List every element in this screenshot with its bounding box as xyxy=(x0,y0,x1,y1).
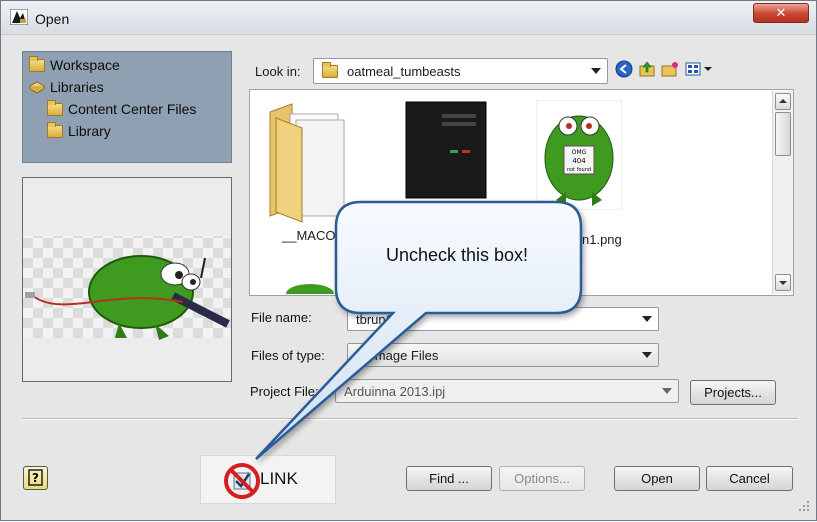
computer-tower-icon xyxy=(405,101,487,199)
place-item-content-center-files[interactable]: Content Center Files xyxy=(47,99,196,119)
file-name-value: tbrun1 xyxy=(356,311,393,327)
projects-button[interactable]: Projects... xyxy=(690,380,776,405)
open-button[interactable]: Open xyxy=(614,466,700,491)
folder-icon xyxy=(322,61,338,78)
project-file-value: Arduinna 2013.ipj xyxy=(344,383,446,399)
files-of-type-value: Al Image Files xyxy=(356,347,439,363)
place-item-library[interactable]: Library xyxy=(47,121,111,141)
thumb-text: not found xyxy=(567,167,591,173)
files-of-type-label: Files of type: xyxy=(251,348,325,363)
close-icon: ✕ xyxy=(775,5,787,20)
up-folder-icon[interactable] xyxy=(638,60,656,78)
help-button[interactable]: ? xyxy=(23,466,48,490)
place-label: Library xyxy=(68,123,111,139)
new-folder-icon[interactable] xyxy=(661,60,679,78)
thumb-text: 404 xyxy=(572,157,586,165)
close-button[interactable]: ✕ xyxy=(753,3,809,23)
chevron-down-icon xyxy=(779,281,787,285)
link-checkbox-label[interactable]: LINK xyxy=(260,469,298,489)
look-in-combo[interactable]: oatmeal_tumbeasts xyxy=(313,58,608,84)
chevron-down-icon xyxy=(642,352,652,358)
app-icon xyxy=(10,9,28,25)
separator xyxy=(22,418,798,420)
place-label: Libraries xyxy=(50,79,104,95)
folder-icon xyxy=(47,121,63,138)
resize-grip-icon[interactable] xyxy=(797,499,811,513)
file-item-label: __MACO xyxy=(282,228,336,243)
scroll-down-button[interactable] xyxy=(775,274,791,291)
look-in-label: Look in: xyxy=(255,64,301,79)
cancel-button[interactable]: Cancel xyxy=(706,466,793,491)
places-panel: Workspace Libraries Content Center Files… xyxy=(22,51,232,163)
files-of-type-select[interactable]: Al Image Files xyxy=(347,343,659,367)
project-file-label: Project File: xyxy=(250,384,319,399)
view-menu-icon[interactable] xyxy=(685,60,715,78)
help-icon: ? xyxy=(28,469,43,486)
preview-pane xyxy=(22,177,232,382)
file-item-label: n1.png xyxy=(582,232,622,247)
help-glyph: ? xyxy=(32,471,39,485)
folder-icon xyxy=(269,103,345,223)
chevron-down-icon xyxy=(642,316,652,322)
callout-text: Uncheck this box! xyxy=(385,245,529,265)
monster-404-thumbnail: OMG 404 not found xyxy=(535,99,623,211)
chevron-down-icon xyxy=(591,68,601,74)
file-name-field[interactable]: tbrun1 xyxy=(347,307,659,331)
file-name-label: File name: xyxy=(251,310,312,325)
scroll-up-button[interactable] xyxy=(775,93,791,110)
file-item-png[interactable]: OMG 404 not found n1.png xyxy=(535,99,626,250)
chevron-up-icon xyxy=(779,99,787,103)
thumb-text: OMG xyxy=(572,149,587,156)
open-dialog: Open ✕ Workspace Libraries Content Cente… xyxy=(0,0,817,521)
look-in-value: oatmeal_tumbeasts xyxy=(347,63,461,79)
place-item-libraries[interactable]: Libraries xyxy=(29,77,104,97)
libraries-icon xyxy=(29,81,45,94)
title-bar[interactable]: Open ✕ xyxy=(1,1,816,35)
file-item-folder[interactable]: __MACO xyxy=(262,98,362,248)
place-label: Content Center Files xyxy=(68,101,197,117)
options-button[interactable]: Options... xyxy=(499,466,585,491)
find-button[interactable]: Find ... xyxy=(406,466,492,491)
back-icon[interactable] xyxy=(615,60,633,78)
folder-icon xyxy=(29,55,45,72)
chevron-down-icon xyxy=(662,388,672,394)
file-item-computer[interactable] xyxy=(402,100,488,200)
project-file-select[interactable]: Arduinna 2013.ipj xyxy=(335,379,679,403)
folder-icon xyxy=(47,99,63,116)
scroll-thumb[interactable] xyxy=(775,112,791,156)
window-title: Open xyxy=(35,11,70,27)
link-checkbox[interactable] xyxy=(222,461,262,501)
file-list-scrollbar[interactable] xyxy=(772,91,793,294)
partial-thumbnail xyxy=(286,284,334,294)
place-label: Workspace xyxy=(50,57,120,73)
preview-image xyxy=(23,236,231,340)
place-item-workspace[interactable]: Workspace xyxy=(29,55,120,75)
